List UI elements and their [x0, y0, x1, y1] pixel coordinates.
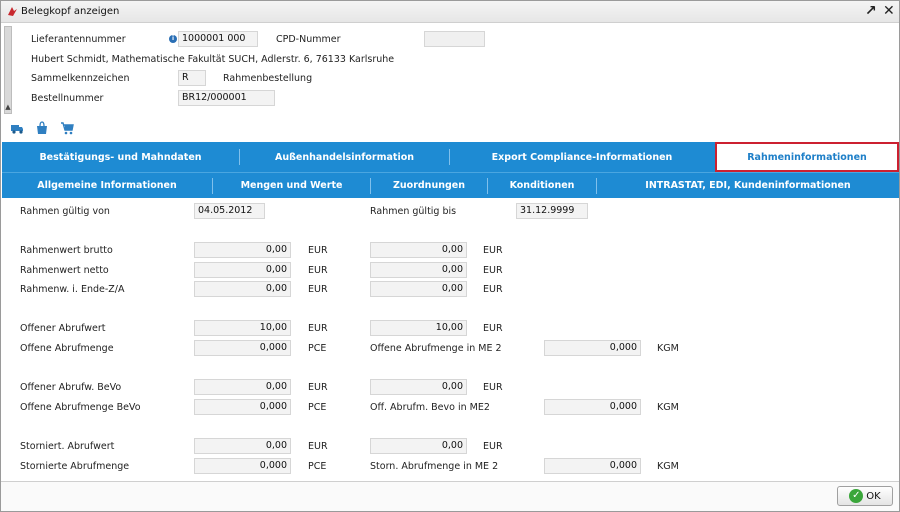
open-call-value-unit-2: EUR [483, 323, 503, 334]
tab-general-info[interactable]: Allgemeine Informationen [2, 173, 212, 198]
cancelled-call-value-label: Storniert. Abrufwert [20, 441, 115, 452]
shopping-cart-icon[interactable] [60, 121, 74, 135]
valid-to-label: Rahmen gültig bis [370, 206, 457, 217]
tab-assignments[interactable]: Zuordnungen [371, 173, 487, 198]
cancelled-call-qty-label: Stornierte Abrufmenge [20, 461, 130, 472]
collective-indicator-label: Sammelkennzeichen [31, 73, 130, 84]
collective-indicator-text: Rahmenbestellung [223, 73, 313, 84]
truck-icon[interactable] [10, 121, 24, 135]
end-value-field-2[interactable]: 0,00 [370, 281, 467, 297]
title-bar: Belegkopf anzeigen ↗ ✕ [1, 1, 899, 23]
window-title: Belegkopf anzeigen [21, 6, 120, 17]
cancelled-call-qty-unit: PCE [308, 461, 327, 472]
open-call-bevo-field[interactable]: 0,00 [194, 379, 291, 395]
tab-confirmation-dunning[interactable]: Bestätigungs- und Mahndaten [2, 142, 239, 172]
supplier-number-label: Lieferantennummer [31, 34, 126, 45]
gross-value-unit: EUR [308, 245, 328, 256]
end-value-unit: EUR [308, 284, 328, 295]
gross-value-field-2[interactable]: 0,00 [370, 242, 467, 258]
tab-foreign-trade[interactable]: Außenhandelsinformation [240, 142, 449, 172]
open-call-qty-label: Offene Abrufmenge [20, 343, 114, 354]
net-value-field-2[interactable]: 0,00 [370, 262, 467, 278]
open-call-qty-me2-field[interactable]: 0,000 [544, 340, 641, 356]
ok-button-label: OK [866, 490, 881, 502]
open-call-bevo-field-2[interactable]: 0,00 [370, 379, 467, 395]
cancelled-call-value-unit-2: EUR [483, 441, 503, 452]
tab-conditions[interactable]: Konditionen [488, 173, 596, 198]
cpd-number-field[interactable] [424, 31, 485, 47]
tab-bar-secondary: Allgemeine Informationen Mengen und Wert… [2, 172, 899, 198]
open-call-qty-me2-unit: KGM [657, 343, 679, 354]
gross-value-field[interactable]: 0,00 [194, 242, 291, 258]
cancelled-call-qty-me2-field[interactable]: 0,000 [544, 458, 641, 474]
open-call-value-label: Offener Abrufwert [20, 323, 106, 334]
info-icon[interactable]: i [169, 35, 177, 43]
cancelled-call-value-unit: EUR [308, 441, 328, 452]
gross-value-label: Rahmenwert brutto [20, 245, 113, 256]
cancelled-call-value-field[interactable]: 0,00 [194, 438, 291, 454]
cancelled-call-qty-me2-label: Storn. Abrufmenge in ME 2 [370, 461, 499, 472]
valid-to-field[interactable]: 31.12.9999 [516, 203, 588, 219]
ok-button[interactable]: ✓ OK [837, 486, 893, 506]
supplier-address: Hubert Schmidt, Mathematische Fakultät S… [31, 54, 395, 65]
app-logo-icon [8, 7, 17, 16]
end-value-field[interactable]: 0,00 [194, 281, 291, 297]
cancelled-call-value-field-2[interactable]: 0,00 [370, 438, 467, 454]
valid-from-label: Rahmen gültig von [20, 206, 110, 217]
tab-bar-primary: Bestätigungs- und Mahndaten Außenhandels… [2, 142, 899, 172]
open-call-qty-bevo-me2-field[interactable]: 0,000 [544, 399, 641, 415]
open-call-value-field-2[interactable]: 10,00 [370, 320, 467, 336]
open-call-value-field[interactable]: 10,00 [194, 320, 291, 336]
cancelled-call-qty-field[interactable]: 0,000 [194, 458, 291, 474]
valid-from-field[interactable]: 04.05.2012 [194, 203, 265, 219]
tab-quantities-values[interactable]: Mengen und Werte [213, 173, 370, 198]
open-call-qty-bevo-me2-unit: KGM [657, 402, 679, 413]
open-call-qty-bevo-field[interactable]: 0,000 [194, 399, 291, 415]
order-number-label: Bestellnummer [31, 93, 104, 104]
open-call-qty-field[interactable]: 0,000 [194, 340, 291, 356]
net-value-unit: EUR [308, 265, 328, 276]
gross-value-unit-2: EUR [483, 245, 503, 256]
open-call-bevo-label: Offener Abrufw. BeVo [20, 382, 122, 393]
dialog-window: Belegkopf anzeigen ↗ ✕ ▲ Lieferantennumm… [0, 0, 900, 512]
net-value-field[interactable]: 0,00 [194, 262, 291, 278]
open-call-qty-unit: PCE [308, 343, 327, 354]
open-call-qty-me2-label: Offene Abrufmenge in ME 2 [370, 343, 502, 354]
net-value-label: Rahmenwert netto [20, 265, 109, 276]
tab-export-compliance[interactable]: Export Compliance-Informationen [450, 142, 714, 172]
maximize-icon[interactable]: ↗ [865, 3, 877, 19]
net-value-unit-2: EUR [483, 265, 503, 276]
order-number-field[interactable]: BR12/000001 [178, 90, 275, 106]
scroll-up-icon[interactable]: ▲ [4, 101, 12, 113]
supplier-number-field[interactable]: 1000001 000 [178, 31, 258, 47]
tab-intrastat-edi[interactable]: INTRASTAT, EDI, Kundeninformationen [597, 173, 899, 198]
cancelled-call-qty-me2-unit: KGM [657, 461, 679, 472]
end-value-unit-2: EUR [483, 284, 503, 295]
dialog-footer [1, 481, 899, 511]
end-value-label: Rahmenw. i. Ende-Z/A [20, 284, 125, 295]
tab-framework-info[interactable]: Rahmeninformationen [715, 142, 899, 172]
open-call-qty-bevo-label: Offene Abrufmenge BeVo [20, 402, 141, 413]
open-call-value-unit: EUR [308, 323, 328, 334]
collective-indicator-field[interactable]: R [178, 70, 206, 86]
open-call-bevo-unit: EUR [308, 382, 328, 393]
checkmark-icon: ✓ [849, 489, 864, 503]
shopping-bag-icon[interactable] [35, 121, 49, 135]
open-call-qty-bevo-unit: PCE [308, 402, 327, 413]
open-call-qty-bevo-me2-label: Off. Abrufm. Bevo in ME2 [370, 402, 490, 413]
cpd-number-label: CPD-Nummer [276, 34, 341, 45]
close-icon[interactable]: ✕ [883, 3, 895, 19]
open-call-bevo-unit-2: EUR [483, 382, 503, 393]
